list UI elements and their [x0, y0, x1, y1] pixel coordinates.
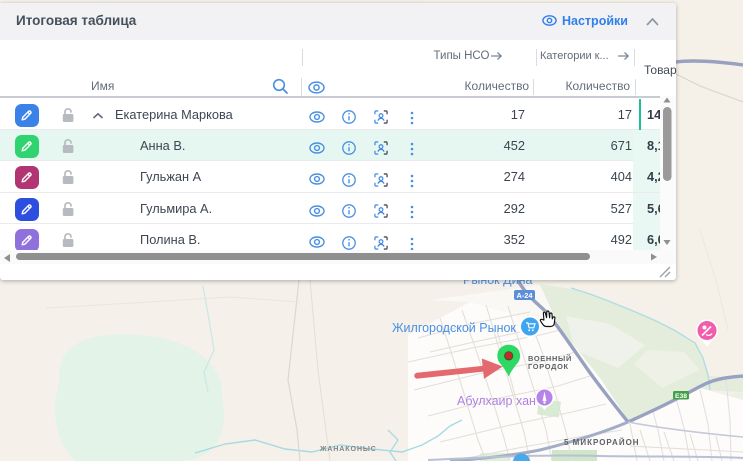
svg-text:Жилгородской Рынок: Жилгородской Рынок: [392, 321, 516, 335]
svg-text:Абулхаир хан: Абулхаир хан: [457, 394, 536, 408]
svg-text:E38: E38: [675, 393, 687, 400]
svg-text:5 МИКРОРАЙОН: 5 МИКРОРАЙОН: [564, 438, 640, 447]
svg-text:А-24: А-24: [516, 291, 533, 300]
svg-text:ГОРОДОК: ГОРОДОК: [528, 362, 569, 371]
svg-text:ЖАНАКОНЫС: ЖАНАКОНЫС: [319, 444, 377, 453]
